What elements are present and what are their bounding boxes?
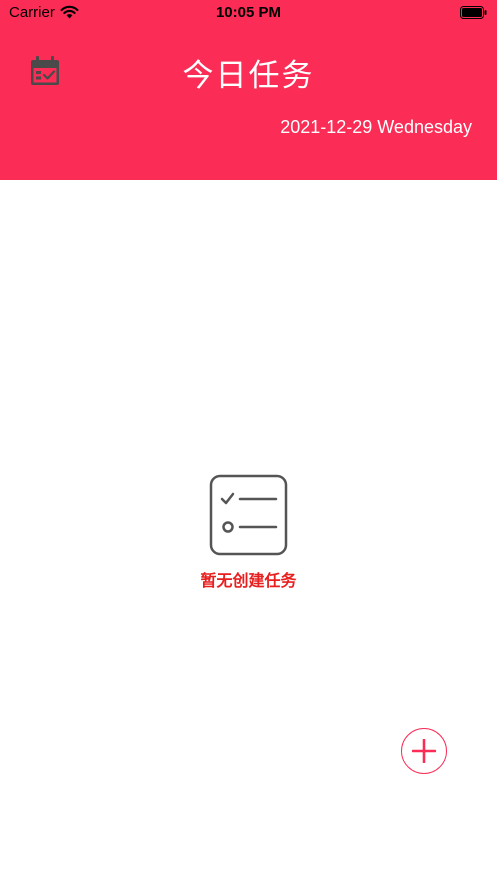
battery-icon [460, 6, 487, 19]
date-label: 2021-12-29 Wednesday [280, 117, 472, 137]
app-screen: Carrier 10:05 PM 今日任务 2021-12-29 Wednesd… [0, 0, 497, 883]
header-bar: Carrier 10:05 PM 今日任务 2021-12-29 Wednesd… [0, 0, 497, 180]
empty-state-message: 暂无创建任务 [200, 571, 297, 590]
status-time: 10:05 PM [215, 4, 282, 21]
plus-icon [412, 739, 436, 763]
checklist-icon [209, 474, 288, 556]
status-bar: Carrier 10:05 PM [0, 0, 497, 26]
add-task-button[interactable] [401, 728, 447, 774]
page-title: 今日任务 [182, 58, 315, 94]
